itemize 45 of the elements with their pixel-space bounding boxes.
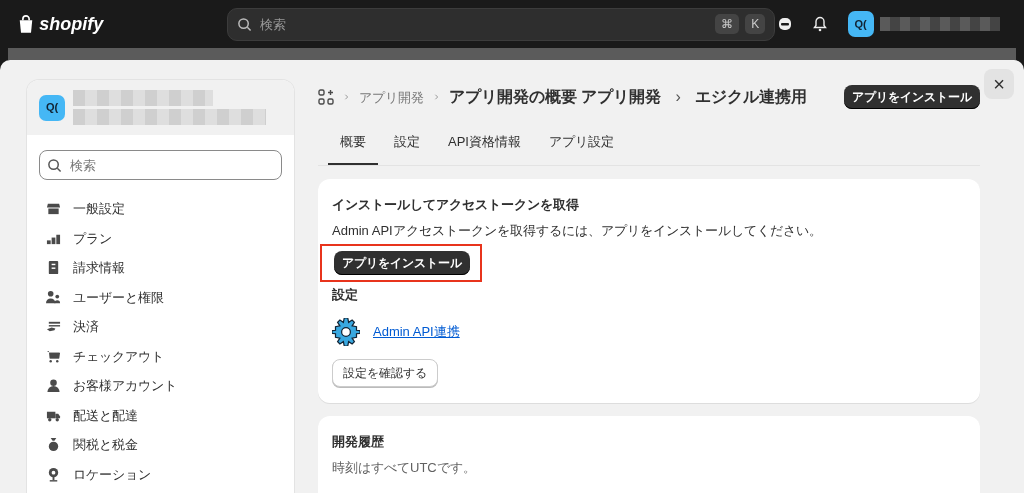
tab[interactable]: 概要 xyxy=(328,120,378,165)
logo-text: shopify xyxy=(39,12,104,36)
tab[interactable]: API資格情報 xyxy=(436,120,533,165)
search-icon xyxy=(237,16,253,32)
sidebar-item[interactable]: ユーザーと権限 xyxy=(27,282,294,312)
card-title: インストールしてアクセストークンを取得 xyxy=(332,196,580,214)
notification-bell-icon xyxy=(812,16,828,32)
users-icon xyxy=(46,289,61,305)
money-bag-icon xyxy=(46,437,61,453)
apps-icon xyxy=(318,89,334,106)
sidebar-item[interactable]: 請求情報 xyxy=(27,253,294,283)
person-icon xyxy=(46,378,61,394)
store-icon xyxy=(46,201,61,217)
title-separator: › xyxy=(675,87,681,108)
tab[interactable]: アプリ設定 xyxy=(536,120,626,165)
sidebar-item[interactable]: 決済 xyxy=(27,312,294,342)
receipt-icon xyxy=(46,260,61,276)
app-name: エジクル連携用 xyxy=(694,87,807,108)
sidebar-item[interactable]: ロケーション xyxy=(27,459,294,489)
store-avatar: Q( xyxy=(39,94,65,121)
install-app-button[interactable]: アプリをインストール xyxy=(334,250,470,275)
review-settings-button[interactable]: 設定を確認する xyxy=(332,358,438,387)
search-field[interactable]: 検索 xyxy=(39,150,282,180)
sidebar-item[interactable]: お客様アカウント xyxy=(27,371,294,401)
card-title: 開発履歴 xyxy=(332,432,385,451)
section-heading: 設定 xyxy=(332,286,359,304)
tab[interactable]: 設定 xyxy=(382,120,432,165)
sidebar-item[interactable]: 配送と配達 xyxy=(27,400,294,430)
page-title: アプリ開発の概要 アプリ開発 xyxy=(449,87,662,108)
close-button[interactable]: × xyxy=(984,69,1014,99)
store-avatar[interactable]: Q( xyxy=(847,11,874,37)
integration-link[interactable]: Admin API連携 xyxy=(373,321,460,342)
sidebar-item[interactable]: 一般設定 xyxy=(27,194,294,224)
install-app-button[interactable]: アプリをインストール xyxy=(844,85,980,110)
sidebar-item[interactable]: 関税と税金 xyxy=(27,430,294,460)
sidebar-item[interactable]: プラン xyxy=(27,223,294,253)
breadcrumb-link[interactable]: アプリ開発 xyxy=(359,87,424,107)
cart-icon xyxy=(46,348,61,364)
gear-icon xyxy=(332,317,360,346)
timezone-note: 時刻はすべてUTCです。 xyxy=(332,458,477,477)
shortcut-key: ⌘ xyxy=(715,13,740,34)
location-pin-icon xyxy=(46,466,61,482)
sidebar-item[interactable]: チェックアウト xyxy=(27,341,294,371)
search-icon xyxy=(47,158,62,173)
card-description: Admin APIアクセストークンを取得するには、アプリをインストールしてください。 xyxy=(332,222,823,240)
